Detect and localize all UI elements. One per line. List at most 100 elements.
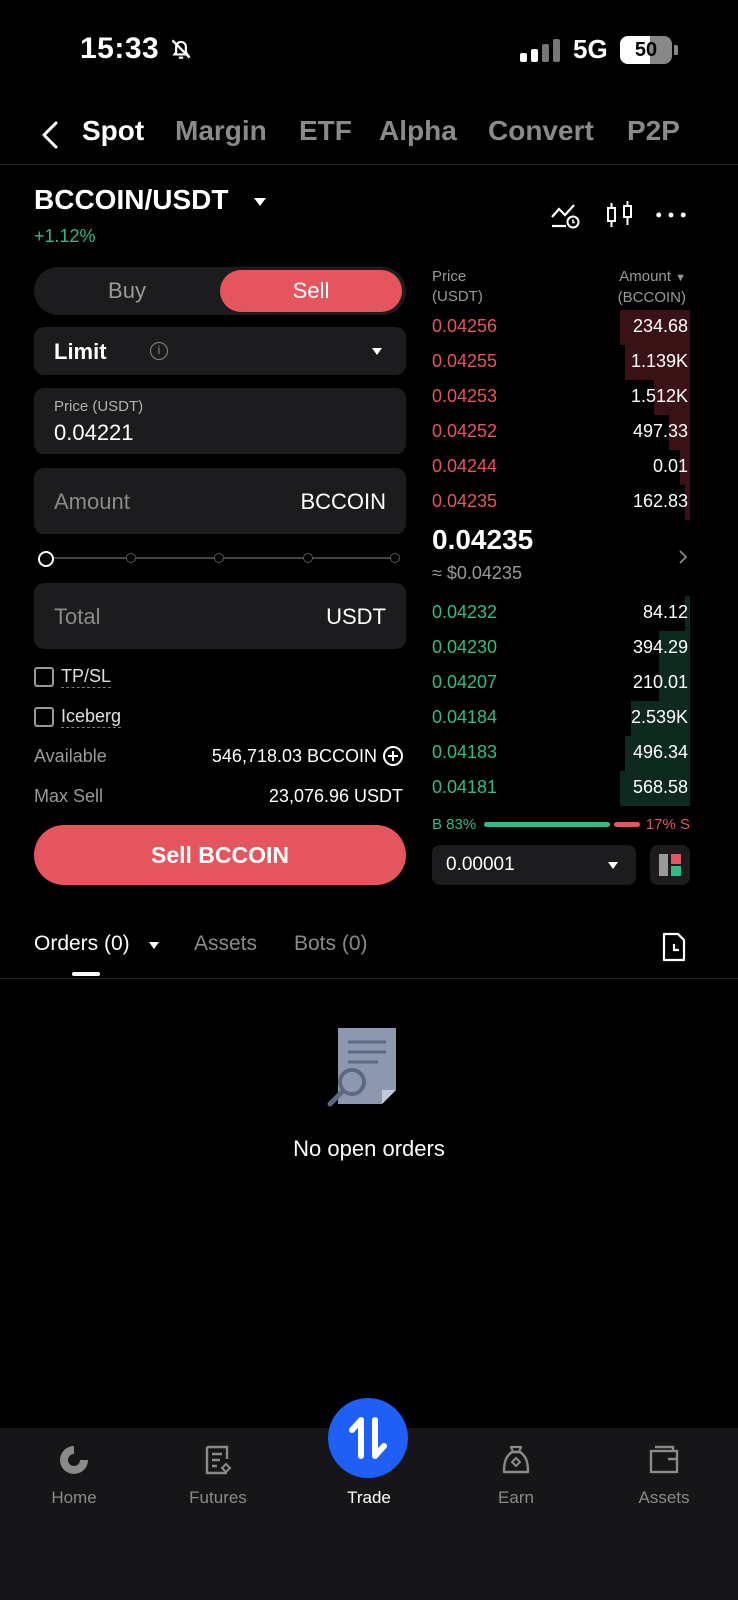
buy-sell-toggle: Buy Sell: [34, 267, 406, 315]
back-arrow-icon[interactable]: [38, 115, 62, 155]
ask-row[interactable]: 0.04255 1.139K: [432, 345, 690, 380]
ask-row[interactable]: 0.04253 1.512K: [432, 380, 690, 415]
trade-type-tabs: Spot Margin ETF Alpha Convert P2P: [0, 105, 738, 165]
slider-step-25[interactable]: [126, 553, 136, 563]
tpsl-checkbox[interactable]: [34, 667, 54, 687]
empty-state-text: No open orders: [293, 1136, 445, 1161]
price-header-label: Price: [432, 268, 467, 285]
total-unit: USDT: [326, 604, 386, 629]
tpsl-label[interactable]: TP/SL: [61, 666, 112, 688]
bid-row[interactable]: 0.04207 210.01: [432, 666, 690, 701]
info-icon[interactable]: i: [150, 342, 168, 360]
nav-futures[interactable]: Futures: [144, 1428, 292, 1528]
bell-muted-icon: [171, 39, 191, 59]
ask-price: 0.04255: [432, 351, 498, 371]
bid-price: 0.04232: [432, 602, 498, 622]
order-history-icon[interactable]: [660, 932, 688, 962]
bid-price: 0.04230: [432, 637, 498, 657]
ask-amount: 162.83: [632, 491, 688, 511]
orderbook-layout-button[interactable]: [650, 845, 690, 885]
available-label: Available: [34, 746, 107, 766]
bid-amount: 496.34: [632, 742, 688, 762]
price-alert-icon[interactable]: [549, 200, 581, 230]
tab-orders[interactable]: Orders (0): [34, 932, 130, 956]
iceberg-checkbox[interactable]: [34, 707, 54, 727]
ask-row[interactable]: 0.04244 0.01: [432, 450, 690, 485]
max-sell-value: 23,076.96 USDT: [268, 786, 403, 806]
amount-input[interactable]: Amount BCCOIN: [34, 468, 406, 534]
orderbook-layout-icon: [659, 854, 681, 876]
bid-amount: 2.539K: [630, 707, 688, 727]
amount-placeholder: Amount: [54, 489, 130, 514]
nav-home-label: Home: [51, 1488, 97, 1507]
price-input-value[interactable]: 0.04221: [54, 420, 134, 446]
iceberg-label[interactable]: Iceberg: [61, 706, 122, 728]
sell-tab[interactable]: Sell: [220, 270, 402, 312]
nav-home[interactable]: Home: [0, 1428, 148, 1528]
price-input-label: Price (USDT): [54, 398, 144, 415]
status-bar: 15:33 5G 50: [0, 0, 738, 100]
sell-ratio: 17% S: [645, 816, 690, 833]
sell-submit-button[interactable]: Sell BCCOIN: [34, 825, 406, 885]
nav-assets[interactable]: Assets: [590, 1428, 738, 1528]
orderbook-amount-header[interactable]: Amount ▼ (BCCOIN): [618, 267, 686, 308]
slider-step-100[interactable]: [390, 553, 400, 563]
chevron-down-icon[interactable]: [149, 942, 159, 949]
candlestick-chart-icon[interactable]: [604, 200, 636, 230]
trade-fab-button[interactable]: [328, 1398, 408, 1478]
trade-icon: [349, 1417, 387, 1459]
ask-price: 0.04256: [432, 316, 498, 336]
ask-row[interactable]: 0.04252 497.33: [432, 415, 690, 450]
bid-row[interactable]: 0.04230 394.29: [432, 631, 690, 666]
bid-row[interactable]: 0.04181 568.58: [432, 771, 690, 806]
amount-slider[interactable]: [38, 551, 402, 567]
bid-row[interactable]: 0.04183 496.34: [432, 736, 690, 771]
more-menu-icon[interactable]: [655, 200, 687, 230]
last-price-usd: ≈ $0.04235: [432, 563, 522, 583]
ask-row[interactable]: 0.04256 234.68: [432, 310, 690, 345]
home-icon: [60, 1446, 88, 1474]
total-placeholder: Total: [54, 604, 101, 629]
order-type-select[interactable]: Limit i: [34, 327, 406, 375]
last-price: 0.04235: [432, 524, 534, 555]
tab-convert[interactable]: Convert: [488, 115, 594, 147]
ask-amount: 497.33: [632, 421, 688, 441]
bid-row[interactable]: 0.04232 84.12: [432, 596, 690, 631]
pair-selector[interactable]: BCCOIN/USDT: [34, 184, 228, 216]
tab-assets[interactable]: Assets: [194, 932, 257, 956]
price-input[interactable]: Price (USDT) 0.04221: [34, 388, 406, 454]
divider: [0, 978, 738, 979]
amount-header-unit: (BCCOIN): [617, 289, 686, 306]
add-funds-icon[interactable]: [383, 746, 403, 766]
amount-header-label: Amount: [619, 268, 671, 285]
tab-bots[interactable]: Bots (0): [294, 932, 368, 956]
bid-price: 0.04183: [432, 742, 498, 762]
available-value: 546,718.03 BCCOIN: [211, 746, 377, 766]
tab-p2p[interactable]: P2P: [627, 115, 680, 147]
futures-icon: [205, 1445, 232, 1475]
chevron-right-icon[interactable]: [678, 549, 688, 565]
bid-price: 0.04181: [432, 777, 498, 797]
total-input[interactable]: Total USDT: [34, 583, 406, 649]
ask-row[interactable]: 0.04235 162.83: [432, 485, 690, 520]
tab-margin[interactable]: Margin: [175, 115, 267, 147]
ask-price: 0.04235: [432, 491, 498, 511]
bid-amount: 84.12: [642, 602, 688, 622]
chevron-down-icon[interactable]: [254, 198, 266, 206]
tab-spot[interactable]: Spot: [82, 115, 144, 147]
signal-icon: [520, 38, 560, 62]
network-type: 5G: [573, 34, 608, 64]
slider-step-50[interactable]: [214, 553, 224, 563]
bid-amount: 210.01: [632, 672, 688, 692]
buy-sell-ratio: B 83% 17% S: [432, 816, 690, 834]
slider-handle[interactable]: [38, 551, 54, 567]
bid-price: 0.04184: [432, 707, 498, 727]
buy-tab[interactable]: Buy: [34, 267, 220, 315]
nav-earn[interactable]: Earn: [442, 1428, 590, 1528]
max-sell-label: Max Sell: [34, 786, 104, 806]
tab-alpha[interactable]: Alpha: [379, 115, 457, 147]
bid-row[interactable]: 0.04184 2.539K: [432, 701, 690, 736]
tab-etf[interactable]: ETF: [299, 115, 352, 147]
tick-size-select[interactable]: 0.00001: [432, 845, 636, 885]
slider-step-75[interactable]: [303, 553, 313, 563]
